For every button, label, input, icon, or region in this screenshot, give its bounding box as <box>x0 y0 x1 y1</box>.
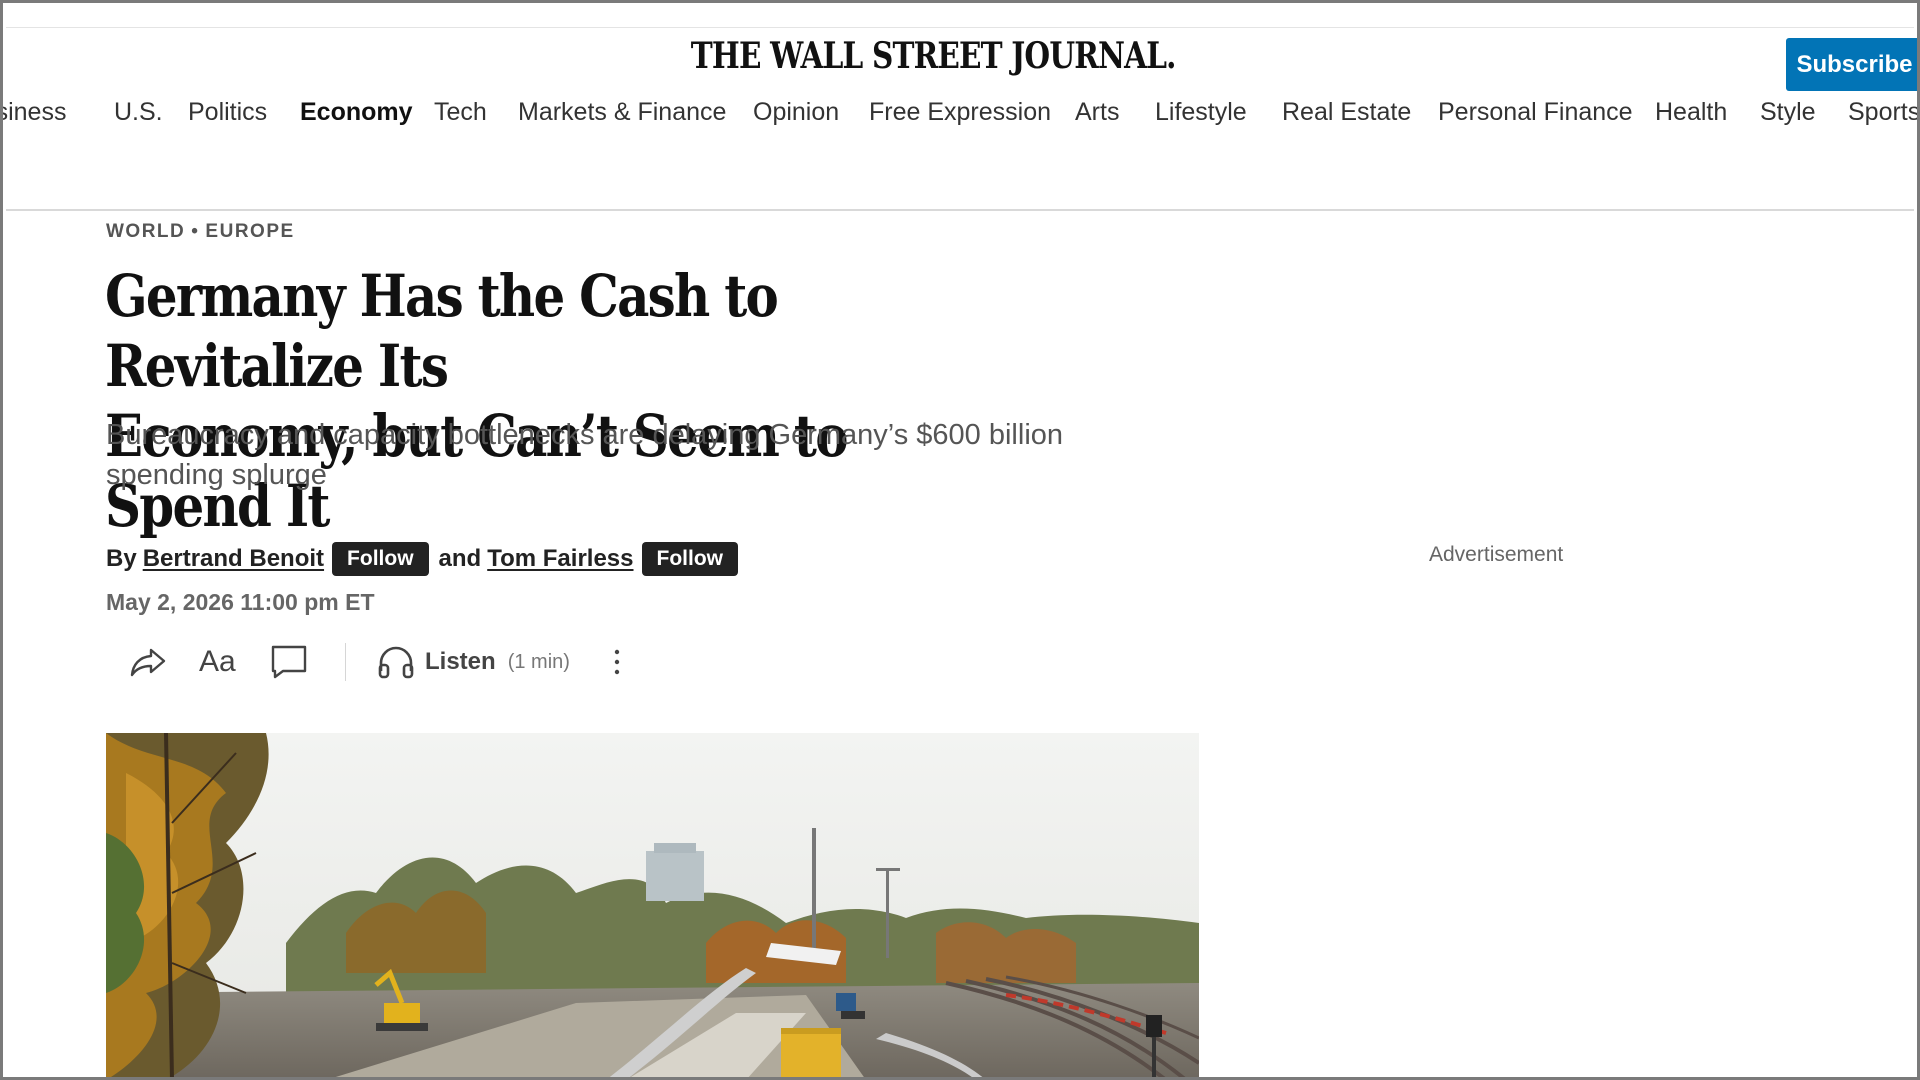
headphones-icon <box>378 646 414 679</box>
browser-viewport: THE WALL STREET JOURNAL. Subscribe Busin… <box>0 0 1920 1080</box>
nav-item-tech[interactable]: Tech <box>434 98 487 127</box>
follow-button-author-1[interactable]: Follow <box>332 542 429 576</box>
article-dek: Bureaucracy and capacity bottlenecks are… <box>106 419 1064 491</box>
byline: By Bertrand Benoit Follow and Tom Fairle… <box>106 541 748 577</box>
hero-photo-construction-rail <box>106 733 1199 1077</box>
advertisement-label: Advertisement <box>1429 543 1564 566</box>
nav-item-politics[interactable]: Politics <box>188 98 267 127</box>
nav-item-opinion[interactable]: Opinion <box>753 98 839 127</box>
publish-timestamp: May 2, 2026 11:00 pm ET <box>106 589 375 615</box>
nav-item-health[interactable]: Health <box>1655 98 1727 127</box>
breadcrumb-separator: • <box>191 221 200 242</box>
nav-item-arts[interactable]: Arts <box>1075 98 1119 127</box>
nav-item-business[interactable]: Business <box>3 98 66 127</box>
breadcrumb: WORLD • EUROPE <box>106 221 295 243</box>
nav-item-sports[interactable]: Sports <box>1848 98 1917 127</box>
nav-item-style[interactable]: Style <box>1760 98 1816 127</box>
share-icon <box>130 648 166 677</box>
share-button[interactable] <box>129 639 167 685</box>
article-headline: Germany Has the Cash to Revitalize Its E… <box>105 261 1008 541</box>
nav-item-real-estate[interactable]: Real Estate <box>1282 98 1411 127</box>
headline-line-1: Germany Has the Cash to Revitalize Its <box>105 262 779 400</box>
breadcrumb-world[interactable]: WORLD <box>106 221 185 242</box>
listen-duration: (1 min) <box>507 650 570 673</box>
author-link-bertrand-benoit[interactable]: Bertrand Benoit <box>143 545 324 573</box>
follow-button-author-2[interactable]: Follow <box>641 542 738 576</box>
nav-divider <box>6 209 1914 211</box>
listen-label: Listen <box>425 648 496 675</box>
comment-icon <box>271 645 307 679</box>
nav-item-us[interactable]: U.S. <box>114 98 163 127</box>
article-toolbar: Aa Listen (1 min) <box>123 639 643 685</box>
author-link-tom-fairless[interactable]: Tom Fairless <box>487 545 633 573</box>
nav-item-markets-finance[interactable]: Markets & Finance <box>518 98 726 127</box>
nav-item-free-expression[interactable]: Free Expression <box>869 98 1051 127</box>
hero-image[interactable] <box>106 733 1199 1077</box>
listen-button[interactable]: Listen (1 min) <box>377 639 570 685</box>
nav-item-personal-finance[interactable]: Personal Finance <box>1438 98 1633 127</box>
nav-item-lifestyle[interactable]: Lifestyle <box>1155 98 1247 127</box>
more-vertical-icon <box>614 649 620 675</box>
toolbar-divider <box>345 643 346 681</box>
nav-item-economy[interactable]: Economy <box>300 98 413 127</box>
breadcrumb-europe[interactable]: EUROPE <box>205 221 294 242</box>
text-size-button[interactable]: Aa <box>199 639 236 685</box>
top-divider <box>6 27 1914 28</box>
text-size-icon: Aa <box>199 645 236 678</box>
comments-button[interactable] <box>270 639 308 685</box>
subscribe-button[interactable]: Subscribe <box>1786 38 1917 91</box>
masthead-logo[interactable]: THE WALL STREET JOURNAL. <box>171 35 1696 77</box>
byline-by: By <box>106 545 137 572</box>
more-options-button[interactable] <box>613 639 621 685</box>
byline-and: and <box>438 545 482 572</box>
